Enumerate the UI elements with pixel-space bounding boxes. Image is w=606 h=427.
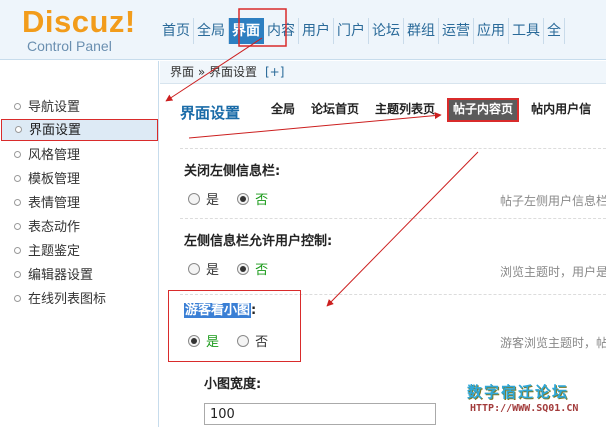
topnav-content[interactable]: 内容 [264, 18, 299, 44]
radio-label: 是 [206, 263, 220, 278]
top-navigation: 首页 全局 界面 内容 用户 门户 论坛 群组 运营 应用 工具全 [159, 18, 565, 44]
topnav-operations[interactable]: 运营 [439, 18, 474, 44]
sidebar-item-label: 在线列表图标 [28, 292, 107, 307]
radio-icon [188, 192, 200, 205]
sidebar-item-online-list-icons[interactable]: 在线列表图标 [14, 289, 106, 311]
breadcrumb: 界面 » 界面设置 [+] [160, 61, 606, 84]
sidebar-item-label: 主题鉴定 [28, 244, 81, 259]
topnav-home[interactable]: 首页 [159, 18, 194, 44]
sidebar-item-thread-stamps[interactable]: 主题鉴定 [14, 241, 80, 263]
topnav-groups[interactable]: 群组 [404, 18, 439, 44]
bullet-icon [15, 126, 22, 133]
radio-checked-icon [237, 192, 250, 205]
sidebar-item-label: 表情管理 [28, 196, 81, 211]
bullet-icon [14, 223, 21, 230]
sidebar-item-template-manage[interactable]: 模板管理 [14, 169, 80, 191]
logo-title: Discuz! [22, 4, 136, 39]
sidebar-item-label: 表态动作 [28, 220, 81, 235]
sidebar-item-editor-settings[interactable]: 编辑器设置 [14, 265, 93, 287]
radio-label: 否 [255, 263, 269, 278]
sidebar-item-emoticon-manage[interactable]: 表情管理 [14, 193, 80, 215]
sidebar-item-nav-settings[interactable]: 导航设置 [14, 97, 80, 119]
sidebar-item-label: 模板管理 [28, 172, 81, 187]
topnav-tools[interactable]: 工具 [509, 18, 544, 44]
tab-post-user-info[interactable]: 帖内用户信 [527, 98, 595, 120]
radio-group-guest-thumbnail: 是 否 [188, 331, 282, 350]
selected-text: 游客看小图 [184, 303, 252, 318]
divider [180, 218, 606, 219]
radio-label: 否 [255, 335, 269, 350]
sidebar-item-label: 界面设置 [29, 123, 82, 138]
radio-icon [237, 334, 250, 347]
breadcrumb-text: 界面 » 界面设置 [170, 65, 257, 79]
topnav-users[interactable]: 用户 [299, 18, 334, 44]
help-text: 帖子左侧用户信息栏 [500, 194, 606, 208]
bullet-icon [14, 247, 21, 254]
label-colon: : [251, 303, 257, 318]
radio-group-left-info-user-control: 是 否 [188, 259, 282, 278]
help-text: 浏览主题时，用户是 [500, 265, 606, 279]
thumbnail-width-input[interactable] [204, 403, 436, 425]
help-text: 游客浏览主题时，帖 [500, 336, 606, 350]
tab-thread-list[interactable]: 主题列表页 [371, 98, 439, 120]
bullet-icon [14, 175, 21, 182]
radio-checked-icon [237, 262, 250, 275]
radio-icon [188, 262, 200, 275]
topnav-global[interactable]: 全局 [194, 18, 229, 44]
watermark-text: 数字宿迁论坛 [467, 383, 570, 401]
bullet-icon [14, 103, 21, 110]
setting-label-thumbnail-width: 小图宽度: [204, 377, 262, 392]
main-content: 界面设置 全局 论坛首页 主题列表页 帖子内容页 帖内用户信 关闭左侧信息栏: 是 否 … [160, 84, 606, 427]
topnav-portal[interactable]: 门户 [334, 18, 369, 44]
setting-label-left-info-user-control: 左侧信息栏允许用户控制: [184, 234, 333, 249]
settings-subtabs: 全局 论坛首页 主题列表页 帖子内容页 帖内用户信 [267, 98, 603, 122]
radio-option-yes[interactable]: 是 [188, 189, 219, 208]
logo-subtitle: Control Panel [27, 38, 112, 54]
watermark-url: HTTP://WWW.SQ01.CN [470, 403, 579, 414]
radio-group-close-left-info: 是 否 [188, 189, 282, 208]
tab-global[interactable]: 全局 [267, 98, 299, 120]
setting-label-guest-thumbnail: 游客看小图: [184, 299, 256, 318]
bullet-icon [14, 151, 21, 158]
sidebar-item-label: 导航设置 [28, 100, 81, 115]
sidebar-item-style-manage[interactable]: 风格管理 [14, 145, 80, 167]
sidebar-item-interface-settings[interactable]: 界面设置 [1, 119, 158, 141]
radio-option-yes[interactable]: 是 [188, 259, 219, 278]
topnav-more[interactable]: 全 [544, 18, 565, 44]
topnav-interface[interactable]: 界面 [229, 18, 264, 44]
sidebar: 导航设置 界面设置 风格管理 模板管理 表情管理 表态动作 主题鉴定 编辑器设置… [0, 61, 159, 427]
radio-option-no[interactable]: 否 [237, 189, 268, 208]
sidebar-item-label: 编辑器设置 [28, 268, 94, 283]
radio-option-yes[interactable]: 是 [188, 331, 219, 350]
topnav-forum[interactable]: 论坛 [369, 18, 404, 44]
topnav-apps[interactable]: 应用 [474, 18, 509, 44]
header: Discuz! Control Panel 首页 全局 界面 内容 用户 门户 论坛 群组 运营… [0, 0, 606, 60]
add-shortcut-link[interactable]: [+] [265, 65, 284, 79]
tab-post-content[interactable]: 帖子内容页 [447, 98, 520, 122]
radio-option-no[interactable]: 否 [237, 259, 268, 278]
radio-checked-icon [188, 334, 200, 347]
page-title: 界面设置 [180, 104, 241, 122]
discuz-logo: Discuz! Control Panel [22, 4, 136, 55]
bullet-icon [14, 271, 21, 278]
radio-label: 否 [255, 193, 269, 208]
divider [180, 148, 606, 149]
radio-option-no[interactable]: 否 [237, 331, 268, 350]
sidebar-item-reaction-actions[interactable]: 表态动作 [14, 217, 80, 239]
sidebar-item-label: 风格管理 [28, 148, 81, 163]
bullet-icon [14, 295, 21, 302]
bullet-icon [14, 199, 21, 206]
radio-label: 是 [206, 193, 220, 208]
setting-label-close-left-info: 关闭左侧信息栏: [184, 164, 281, 179]
radio-label: 是 [206, 335, 220, 350]
tab-forum-index[interactable]: 论坛首页 [307, 98, 363, 120]
